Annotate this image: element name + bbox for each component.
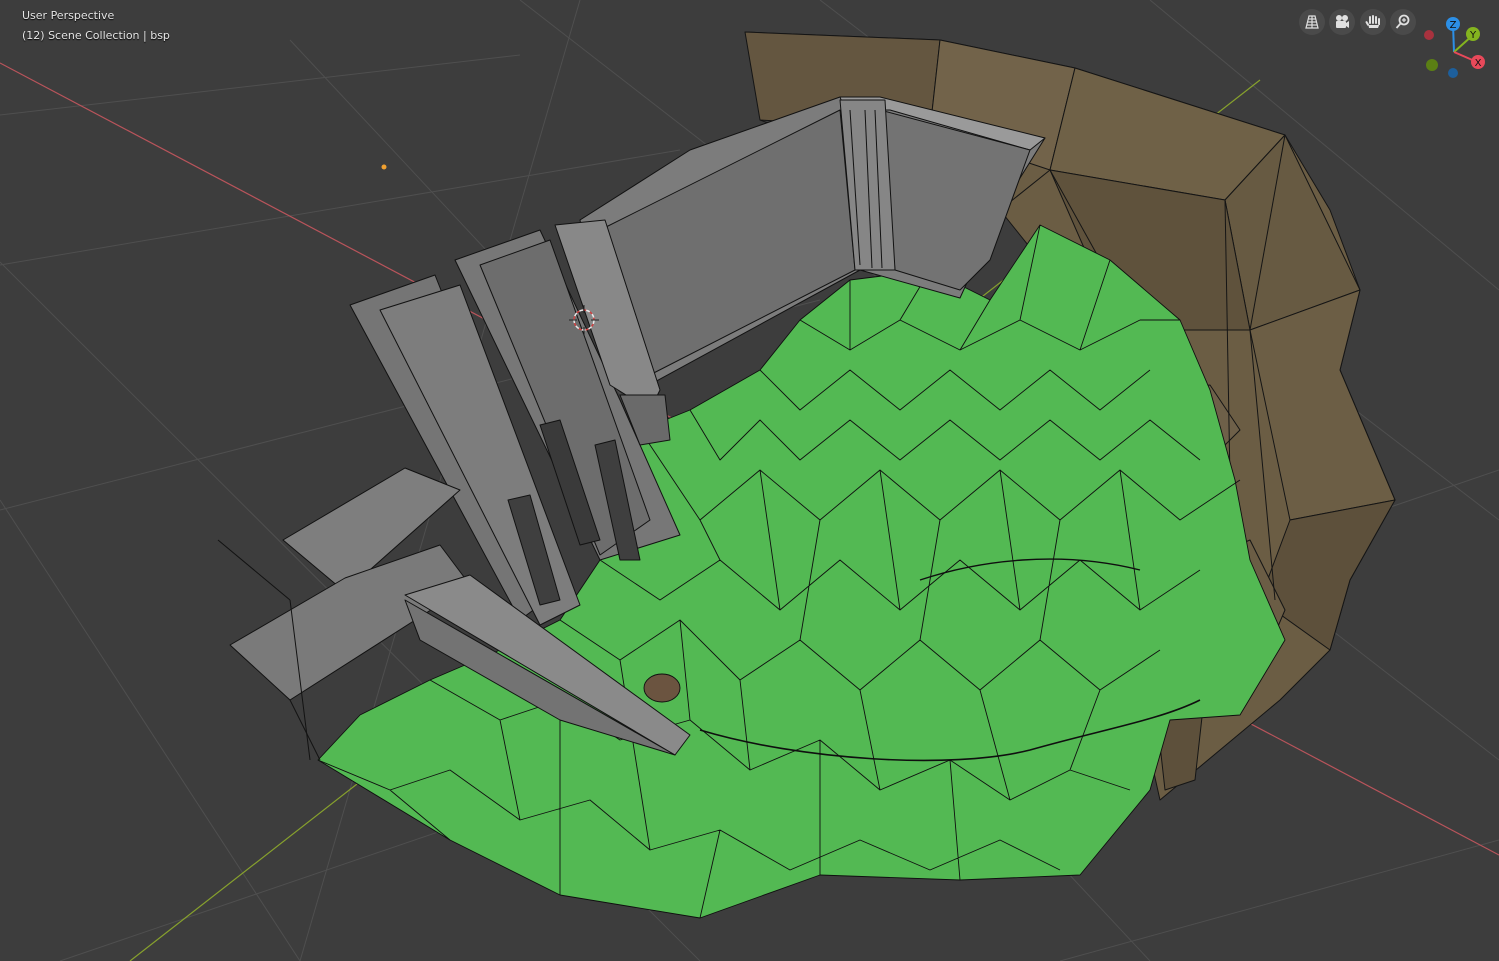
- object-origin-dot[interactable]: [381, 164, 387, 170]
- gizmo-x-axis[interactable]: X: [1471, 55, 1485, 69]
- pan-view-button[interactable]: [1360, 9, 1386, 35]
- svg-text:Z: Z: [1450, 20, 1457, 31]
- toggle-view-button[interactable]: [1299, 9, 1325, 35]
- hand-pan-icon: [1365, 15, 1380, 28]
- navigation-gizmo[interactable]: Z Y X: [1418, 14, 1490, 84]
- gizmo-y-axis[interactable]: Y: [1466, 27, 1480, 41]
- collection-info-label: (12) Scene Collection | bsp: [22, 29, 170, 42]
- svg-text:X: X: [1475, 58, 1482, 69]
- scene-render[interactable]: [0, 0, 1499, 961]
- gizmo-neg-x[interactable]: [1424, 30, 1434, 40]
- camera-view-button[interactable]: [1329, 9, 1355, 35]
- view-name-label: User Perspective: [22, 9, 115, 22]
- zoom-view-button[interactable]: [1390, 9, 1416, 35]
- gizmo-neg-y[interactable]: [1426, 59, 1438, 71]
- toggle-camera-view-grid-icon: [1305, 15, 1319, 29]
- camera-icon: [1336, 15, 1349, 28]
- zoom-magnifier-icon: [1395, 14, 1410, 29]
- svg-text:Y: Y: [1469, 30, 1477, 41]
- gizmo-neg-z[interactable]: [1448, 68, 1458, 78]
- gizmo-z-axis[interactable]: Z: [1446, 17, 1460, 31]
- 3d-viewport[interactable]: User Perspective (12) Scene Collection |…: [0, 0, 1499, 961]
